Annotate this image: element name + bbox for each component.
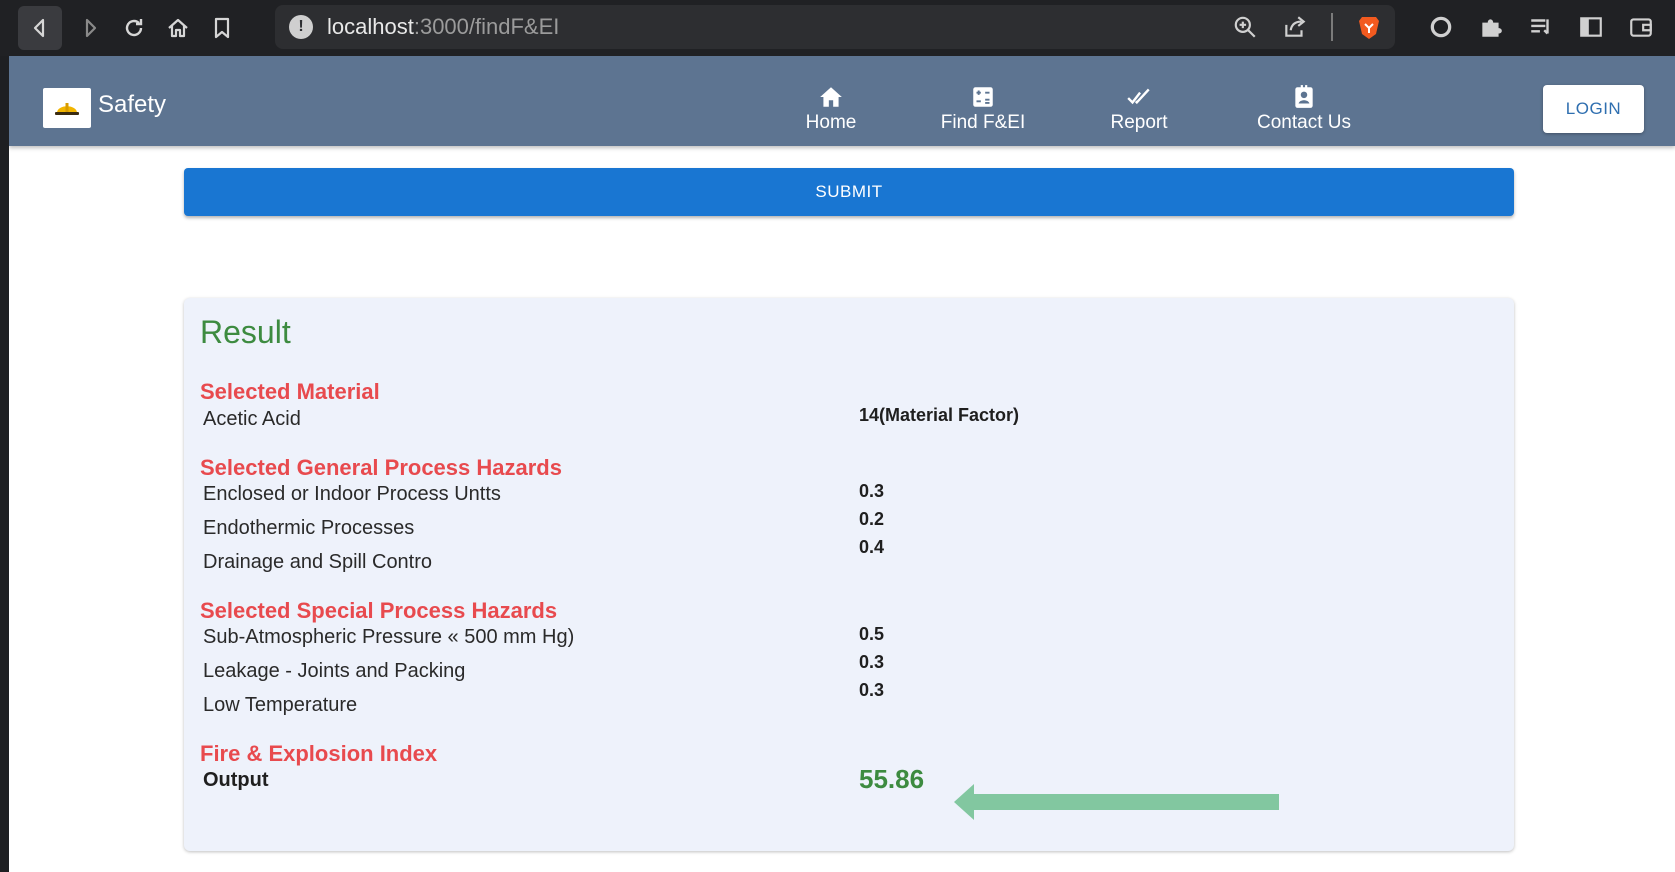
forward-icon — [85, 18, 97, 38]
nav-report-label: Report — [1110, 112, 1168, 133]
hard-hat-icon — [55, 103, 79, 115]
app-header: Safety Home Find F&EI Report Contact Us … — [9, 56, 1675, 146]
toolbar-divider — [1331, 13, 1333, 41]
result-card: Result Selected Material Acetic Acid 14(… — [184, 298, 1514, 851]
double-check-icon — [1127, 88, 1150, 105]
general-hazard-item: Drainage and Spill Contro — [203, 551, 433, 573]
reload-icon — [125, 19, 143, 37]
nav-find-fei[interactable]: Find F&EI — [933, 84, 1033, 140]
submit-button[interactable]: SUBMIT — [184, 168, 1514, 216]
nav-report[interactable]: Report — [1099, 84, 1179, 140]
nav-find-fei-label: Find F&EI — [940, 112, 1026, 133]
general-hazard-value: 0.4 — [859, 537, 885, 557]
general-hazards-heading: Selected General Process Hazards — [200, 455, 562, 480]
calculator-icon — [973, 87, 993, 107]
special-hazard-item: Low Temperature — [203, 694, 358, 716]
address-bar[interactable]: ! localhost:3000/findF&EI — [275, 5, 1395, 49]
forward-button[interactable] — [68, 6, 112, 50]
house-icon — [168, 18, 188, 38]
extension-swirl-icon[interactable] — [1427, 13, 1455, 41]
bookmark-icon — [214, 17, 230, 39]
zoom-icon[interactable] — [1231, 13, 1259, 41]
browser-toolbar: ! localhost:3000/findF&EI — [0, 0, 1675, 56]
url-text: localhost:3000/findF&EI — [327, 14, 559, 40]
extensions-puzzle-icon[interactable] — [1477, 13, 1505, 41]
bookmark-button[interactable] — [200, 6, 244, 50]
reload-button[interactable] — [112, 6, 156, 50]
back-button[interactable] — [18, 6, 62, 50]
contact-card-icon — [1295, 85, 1313, 108]
wallet-icon[interactable] — [1627, 13, 1655, 41]
nav-home-label: Home — [805, 112, 857, 133]
output-label: Output — [203, 769, 269, 791]
nav-home[interactable]: Home — [791, 84, 871, 140]
material-factor: 14(Material Factor) — [859, 405, 1020, 425]
fei-heading: Fire & Explosion Index — [200, 741, 438, 766]
page-viewport: Safety Home Find F&EI Report Contact Us … — [9, 56, 1675, 872]
logo[interactable] — [43, 88, 91, 128]
left-arrow-icon — [954, 784, 1279, 820]
brave-shield-icon[interactable] — [1355, 13, 1383, 41]
special-hazard-item: Sub-Atmospheric Pressure « 500 mm Hg) — [203, 626, 575, 648]
login-button[interactable]: LOGIN — [1543, 85, 1644, 133]
special-hazard-value: 0.3 — [859, 680, 885, 700]
home-browser-button[interactable] — [156, 6, 200, 50]
selected-material-heading: Selected Material — [200, 379, 380, 404]
url-host: localhost — [327, 14, 414, 39]
material-name: Acetic Acid — [203, 408, 301, 430]
general-hazard-item: Endothermic Processes — [203, 517, 415, 539]
special-hazards-heading: Selected Special Process Hazards — [200, 598, 558, 623]
special-hazard-value: 0.5 — [859, 624, 885, 644]
brand-name[interactable]: Safety — [98, 91, 166, 119]
result-title: Result — [200, 314, 291, 350]
url-path: :3000/findF&EI — [413, 14, 560, 39]
output-value: 55.86 — [859, 764, 925, 794]
sidebar-toggle-icon[interactable] — [1577, 13, 1605, 41]
site-info-icon[interactable]: ! — [289, 15, 313, 39]
nav-contact-us-label: Contact Us — [1257, 112, 1351, 133]
home-icon — [820, 87, 842, 107]
general-hazard-value: 0.3 — [859, 481, 885, 501]
share-icon[interactable] — [1281, 13, 1309, 41]
special-hazard-value: 0.3 — [859, 652, 885, 672]
back-icon — [33, 18, 45, 38]
general-hazard-value: 0.2 — [859, 509, 885, 529]
reading-list-icon[interactable] — [1527, 13, 1555, 41]
nav-contact-us[interactable]: Contact Us — [1249, 84, 1359, 140]
special-hazard-item: Leakage - Joints and Packing — [203, 660, 466, 682]
general-hazard-item: Enclosed or Indoor Process Untts — [203, 483, 501, 505]
